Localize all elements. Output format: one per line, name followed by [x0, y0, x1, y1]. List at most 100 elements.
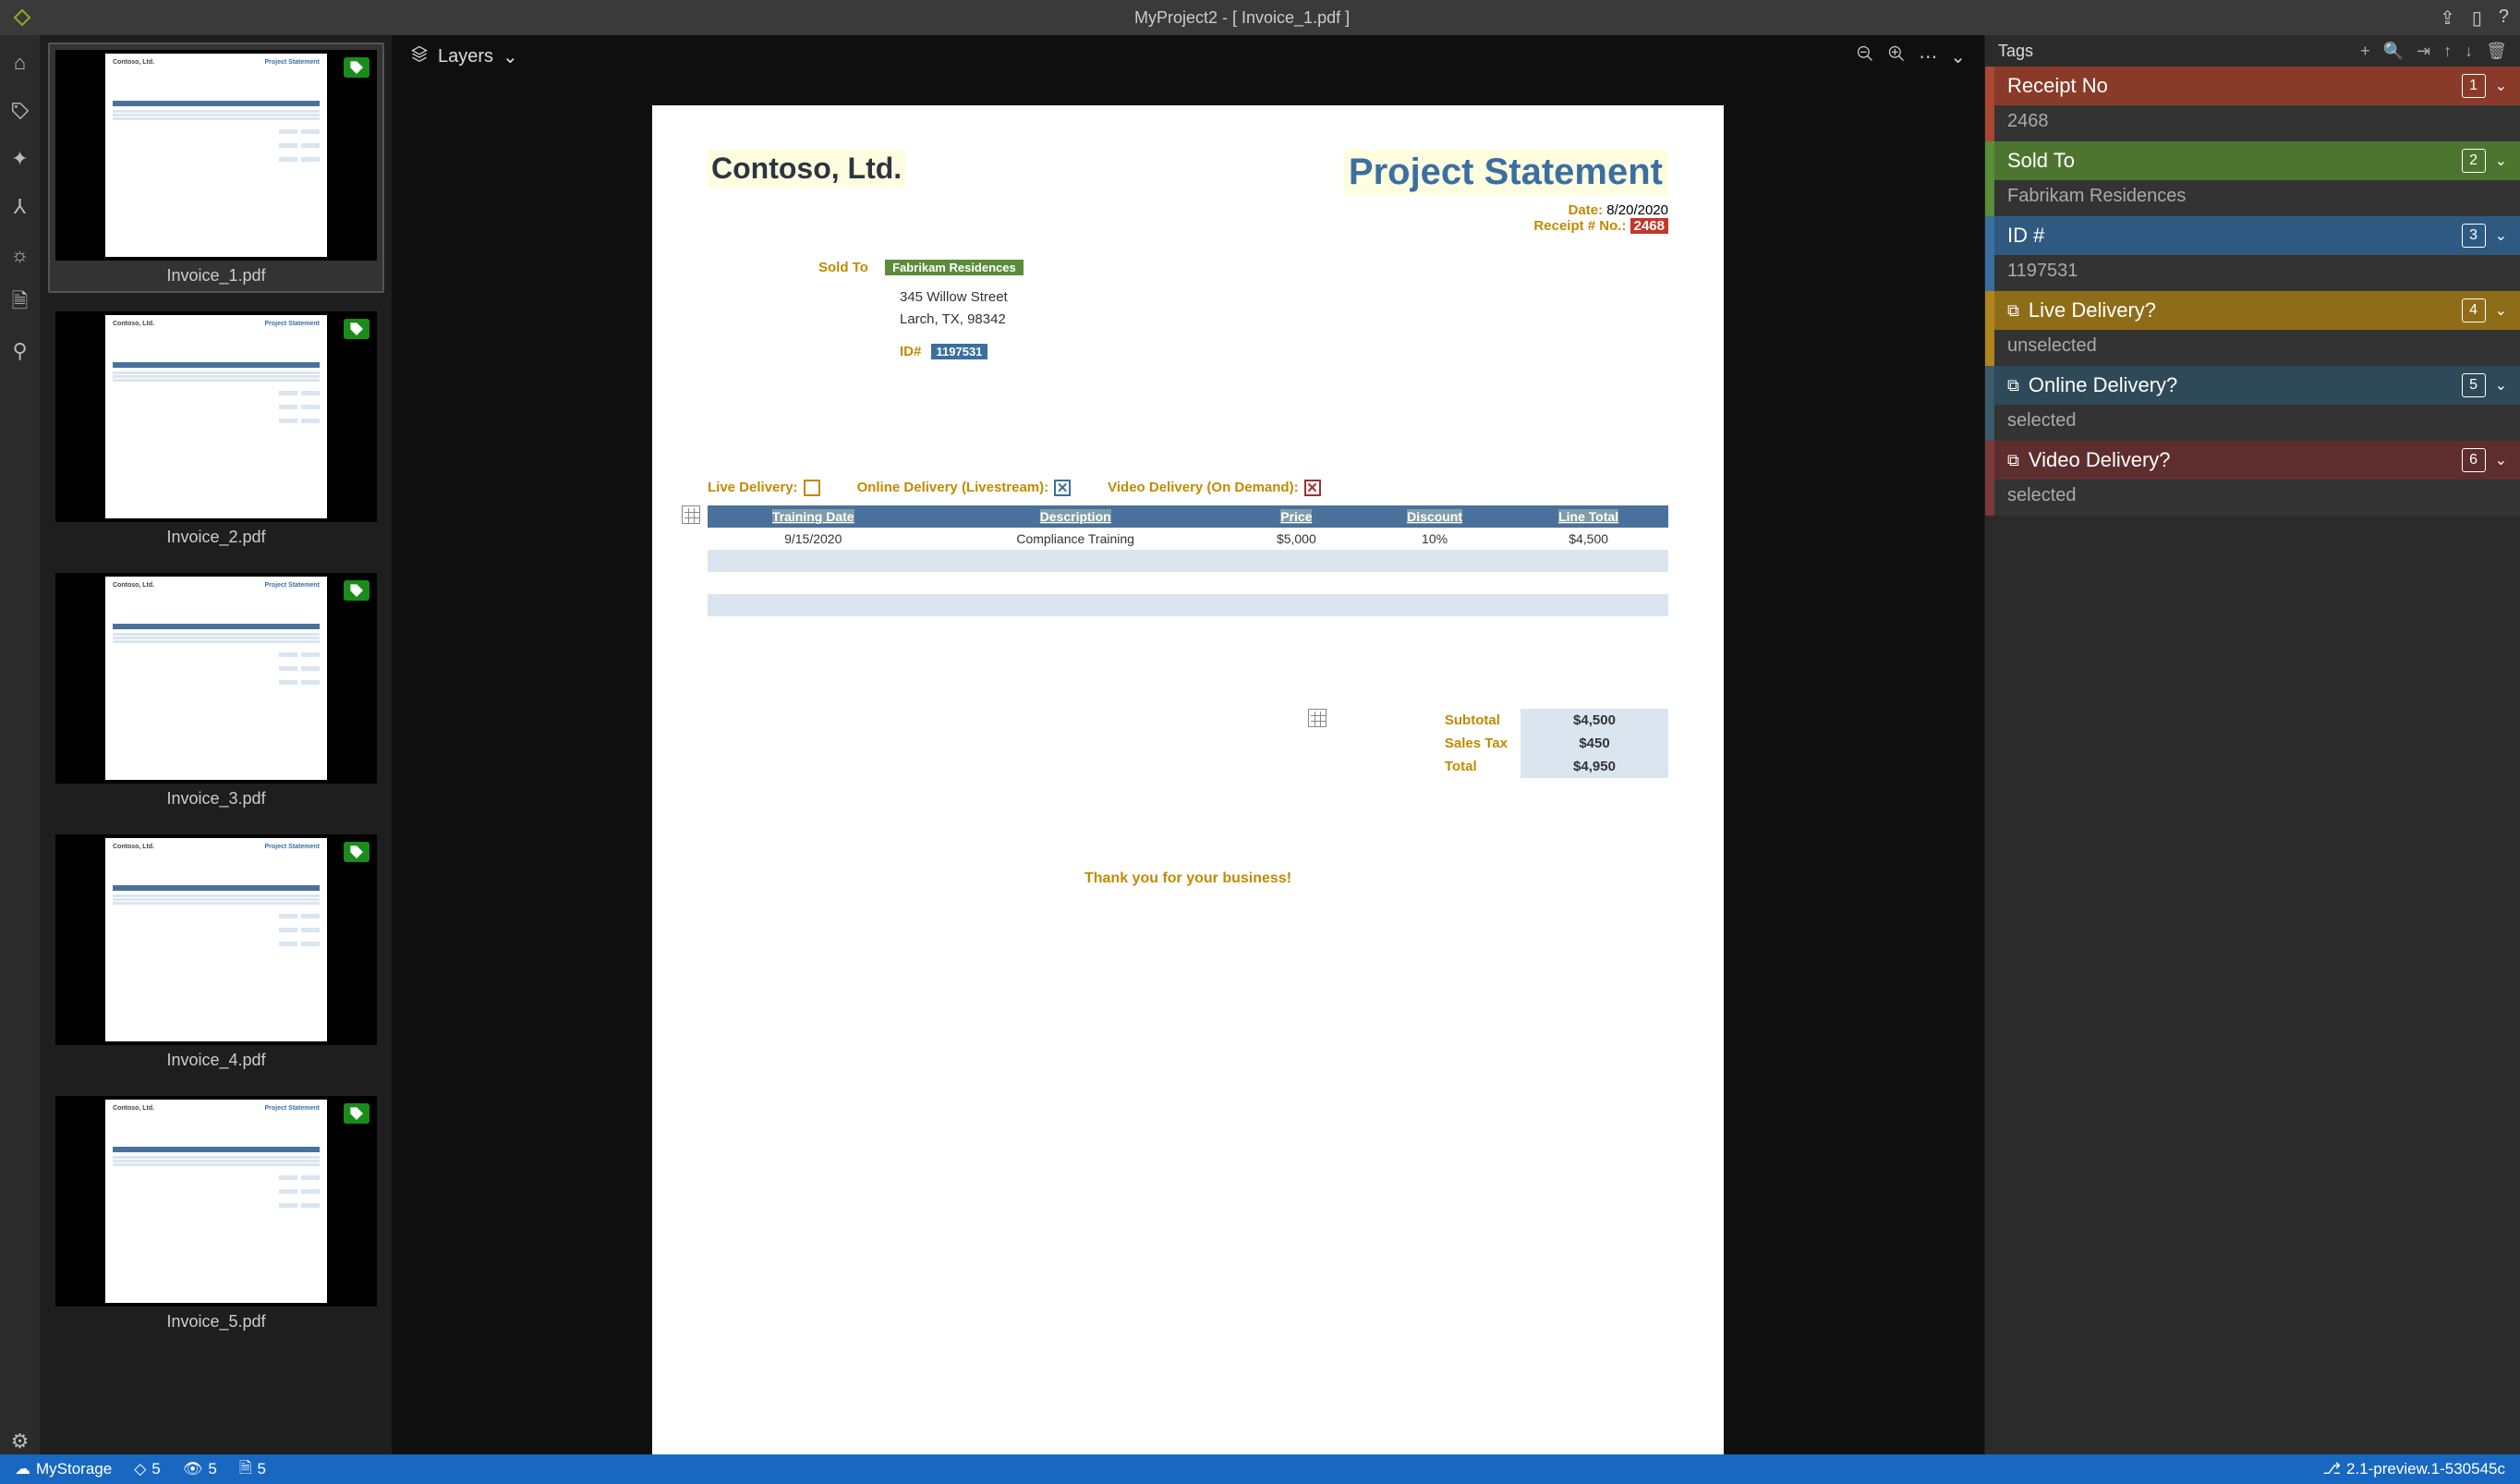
document-page: Contoso, Ltd. Project Statement Date: 8/… [652, 105, 1724, 1454]
status-viewed[interactable]: 👁5 [183, 1460, 217, 1478]
document-title: Project Statement [1343, 150, 1668, 195]
thumbnail-label: Invoice_3.pdf [55, 789, 377, 809]
tags-panel: Tags + 🔍 ⇥ ↑ ↓ 🗑 Receipt No1⌄ 2468 Sold … [1984, 35, 2520, 1454]
move-down-icon[interactable]: ↓ [2465, 42, 2473, 61]
lightbulb-icon[interactable]: ☼ [7, 242, 33, 268]
col-training-date: Training Date [772, 509, 854, 524]
tag-icon[interactable] [7, 98, 33, 124]
tag-live-delivery[interactable]: ⧉Live Delivery?4⌄ unselected [1985, 291, 2520, 366]
share-icon[interactable]: ⇪ [2440, 6, 2455, 30]
add-tag-icon[interactable]: + [2360, 42, 2370, 61]
tags-title: Tags [1998, 42, 2033, 61]
id-value: 1197531 [931, 344, 988, 359]
col-price: Price [1280, 509, 1312, 524]
window-title: MyProject2 - [ Invoice_1.pdf ] [44, 8, 2440, 28]
settings-icon[interactable]: ⚙ [7, 1429, 33, 1454]
status-tagged[interactable]: ◇5 [134, 1460, 161, 1478]
live-delivery-checkbox [804, 480, 820, 496]
receipt-value: 2468 [1630, 218, 1668, 234]
link-icon: ⧉ [2007, 376, 2019, 395]
zoom-in-icon[interactable] [1887, 44, 1906, 68]
document-icon: 🗎 [239, 1456, 252, 1483]
status-version[interactable]: ⎇2.1-preview.1-530545c [2322, 1460, 2505, 1478]
plug-icon[interactable]: ⚲ [7, 338, 33, 364]
thumbnail-item[interactable]: Contoso, Ltd.Project Statement Invoice_5… [48, 1089, 384, 1339]
table-region-handle[interactable] [682, 505, 700, 524]
chevron-down-icon: ⌄ [2495, 77, 2507, 95]
star-icon[interactable]: ✦ [7, 146, 33, 172]
chevron-down-icon: ⌄ [2495, 152, 2507, 170]
thumbnail-item[interactable]: Contoso, Ltd.Project Statement Invoice_1… [48, 43, 384, 293]
thumbnail-item[interactable]: Contoso, Ltd.Project Statement Invoice_2… [48, 304, 384, 554]
tag-value: 1197531 [1994, 255, 2520, 291]
date-label: Date: [1569, 202, 1604, 218]
thumbnail-label: Invoice_1.pdf [55, 266, 377, 286]
search-tag-icon[interactable]: 🔍 [2383, 42, 2404, 61]
thumbnail-preview: Contoso, Ltd.Project Statement [55, 50, 377, 261]
status-storage[interactable]: ☁MyStorage [15, 1460, 112, 1478]
status-docs[interactable]: 🗎5 [239, 1456, 266, 1483]
live-delivery-label: Live Delivery: [708, 480, 798, 495]
titlebar: MyProject2 - [ Invoice_1.pdf ] ⇪ ▯ ? [0, 0, 2520, 35]
link-icon: ⧉ [2007, 301, 2019, 321]
help-icon[interactable]: ? [2499, 6, 2509, 30]
viewer-toolbar: Layers ⌄ ⋯ ⌄ [392, 35, 1984, 78]
link-icon: ⧉ [2007, 451, 2019, 470]
totals-region-handle[interactable] [1308, 709, 1327, 727]
chevron-down-icon: ⌄ [2495, 451, 2507, 469]
chevron-down-icon: ⌄ [2495, 376, 2507, 395]
thumbnail-label: Invoice_5.pdf [55, 1312, 377, 1332]
move-up-icon[interactable]: ↑ [2443, 42, 2452, 61]
thumbnail-item[interactable]: Contoso, Ltd.Project Statement Invoice_3… [48, 566, 384, 816]
collapse-icon[interactable]: ⌄ [1950, 45, 1966, 68]
more-icon[interactable]: ⋯ [1919, 45, 1937, 68]
layers-label: Layers [438, 46, 493, 67]
thumbnails-panel: Contoso, Ltd.Project Statement Invoice_1… [41, 35, 392, 1454]
col-line-total: Line Total [1558, 509, 1618, 524]
cloud-icon: ☁ [15, 1460, 30, 1478]
zoom-out-icon[interactable] [1856, 44, 1874, 68]
thumbnail-preview: Contoso, Ltd.Project Statement [55, 311, 377, 522]
home-icon[interactable]: ⌂ [7, 50, 33, 76]
delete-tag-icon[interactable]: 🗑 [2486, 42, 2507, 61]
rename-icon[interactable]: ⇥ [2417, 42, 2430, 61]
tag-value: Fabrikam Residences [1994, 180, 2520, 216]
tag-id-number[interactable]: ID #3⌄ 1197531 [1985, 216, 2520, 291]
date-value: 8/20/2020 [1606, 202, 1668, 218]
thumbnail-item[interactable]: Contoso, Ltd.Project Statement Invoice_4… [48, 827, 384, 1077]
thumbnail-preview: Contoso, Ltd.Project Statement [55, 834, 377, 1045]
layers-dropdown[interactable]: Layers ⌄ [410, 44, 518, 68]
tag-icon: ◇ [134, 1460, 146, 1478]
thumbnail-preview: Contoso, Ltd.Project Statement [55, 1096, 377, 1307]
tag-online-delivery[interactable]: ⧉Online Delivery?5⌄ selected [1985, 366, 2520, 441]
line-items-table: Training Date Description Price Discount… [708, 505, 1668, 616]
sold-to-name: Fabrikam Residences [885, 260, 1024, 275]
id-label: ID# [900, 344, 921, 359]
tag-value: 2468 [1994, 105, 2520, 141]
address-line-1: 345 Willow Street [900, 286, 1668, 309]
address-line-2: Larch, TX, 98342 [900, 309, 1668, 331]
thank-you-text: Thank you for your business! [708, 870, 1668, 887]
tagged-badge-icon [344, 580, 370, 601]
chevron-down-icon: ⌄ [2495, 301, 2507, 320]
document-viewer: Layers ⌄ ⋯ ⌄ Contoso, Ltd. Project State… [392, 35, 1984, 1454]
chevron-down-icon: ⌄ [503, 45, 518, 68]
tag-value: unselected [1994, 330, 2520, 366]
document-export-icon[interactable]: 🗎 [7, 290, 33, 316]
branch-icon: ⎇ [2322, 1460, 2341, 1478]
tagged-badge-icon [344, 1103, 370, 1124]
book-icon[interactable]: ▯ [2472, 6, 2482, 30]
statusbar: ☁MyStorage ◇5 👁5 🗎5 ⎇2.1-preview.1-53054… [0, 1454, 2520, 1484]
tagged-badge-icon [344, 842, 370, 862]
tag-receipt-no[interactable]: Receipt No1⌄ 2468 [1985, 67, 2520, 141]
thumbnail-preview: Contoso, Ltd.Project Statement [55, 573, 377, 784]
totals-table: Subtotal$4,500 Sales Tax$450 Total$4,950 [1432, 709, 1668, 778]
col-discount: Discount [1407, 509, 1462, 524]
tag-sold-to[interactable]: Sold To2⌄ Fabrikam Residences [1985, 141, 2520, 216]
col-description: Description [1040, 509, 1111, 524]
online-delivery-label: Online Delivery (Livestream): [857, 480, 1049, 495]
tagged-badge-icon [344, 319, 370, 339]
tag-video-delivery[interactable]: ⧉Video Delivery?6⌄ selected [1985, 441, 2520, 516]
merge-icon[interactable]: ⅄ [7, 194, 33, 220]
video-delivery-label: Video Delivery (On Demand): [1108, 480, 1298, 495]
